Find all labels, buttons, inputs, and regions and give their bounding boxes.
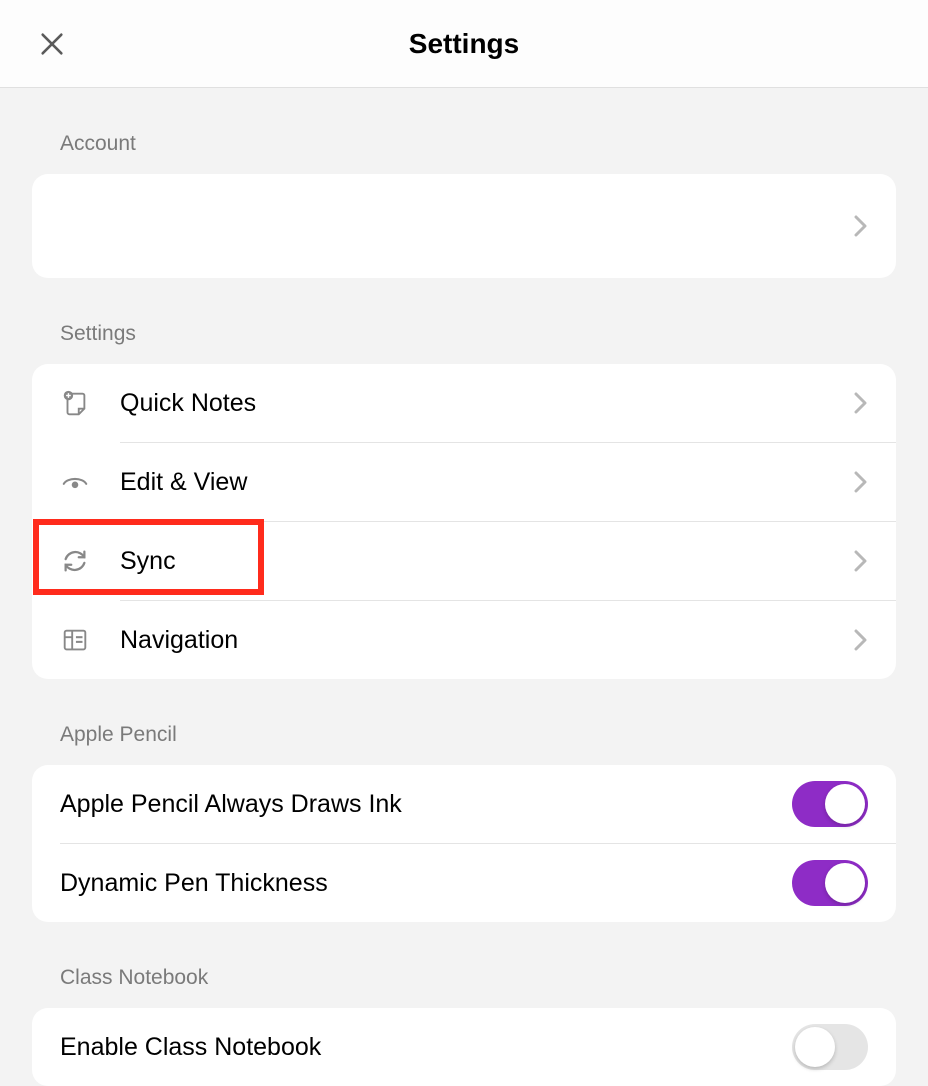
class-notebook-card: Enable Class Notebook: [32, 1008, 896, 1086]
settings-item-navigation[interactable]: Navigation: [32, 601, 896, 679]
quick-notes-icon: [60, 388, 120, 418]
settings-item-label: Quick Notes: [120, 389, 854, 418]
settings-item-quick-notes[interactable]: Quick Notes: [32, 364, 896, 442]
apple-pencil-card: Apple Pencil Always Draws Ink Dynamic Pe…: [32, 765, 896, 922]
apple-pencil-always-draws-ink-toggle[interactable]: [792, 781, 868, 827]
toggle-knob: [825, 784, 865, 824]
page-title: Settings: [409, 28, 519, 60]
row-label: Dynamic Pen Thickness: [60, 869, 792, 898]
account-card: [32, 174, 896, 278]
settings-item-label: Edit & View: [120, 468, 854, 497]
chevron-right-icon: [854, 391, 868, 415]
content: Account Settings Quick Not: [0, 88, 928, 1086]
section-label-class-notebook: Class Notebook: [32, 922, 896, 1008]
settings-item-sync[interactable]: Sync: [32, 522, 896, 600]
chevron-right-icon: [854, 549, 868, 573]
section-label-account: Account: [32, 88, 896, 174]
enable-class-notebook-toggle[interactable]: [792, 1024, 868, 1070]
section-label-settings: Settings: [32, 278, 896, 364]
dynamic-pen-thickness-row: Dynamic Pen Thickness: [32, 844, 896, 922]
toggle-knob: [795, 1027, 835, 1067]
close-button[interactable]: [36, 28, 68, 60]
chevron-right-icon: [854, 628, 868, 652]
chevron-right-icon: [854, 214, 868, 238]
header: Settings: [0, 0, 928, 88]
apple-pencil-always-draws-ink-row: Apple Pencil Always Draws Ink: [32, 765, 896, 843]
settings-item-label: Navigation: [120, 626, 854, 655]
row-label: Apple Pencil Always Draws Ink: [60, 790, 792, 819]
eye-icon: [60, 467, 120, 497]
section-label-apple-pencil: Apple Pencil: [32, 679, 896, 765]
settings-item-label: Sync: [120, 547, 854, 576]
account-row[interactable]: [32, 174, 896, 278]
row-label: Enable Class Notebook: [60, 1033, 792, 1062]
chevron-right-icon: [854, 470, 868, 494]
dynamic-pen-thickness-toggle[interactable]: [792, 860, 868, 906]
navigation-icon: [60, 625, 120, 655]
settings-card: Quick Notes Edit & View: [32, 364, 896, 679]
enable-class-notebook-row: Enable Class Notebook: [32, 1008, 896, 1086]
sync-icon: [60, 546, 120, 576]
toggle-knob: [825, 863, 865, 903]
close-icon: [38, 30, 66, 58]
settings-item-edit-view[interactable]: Edit & View: [32, 443, 896, 521]
